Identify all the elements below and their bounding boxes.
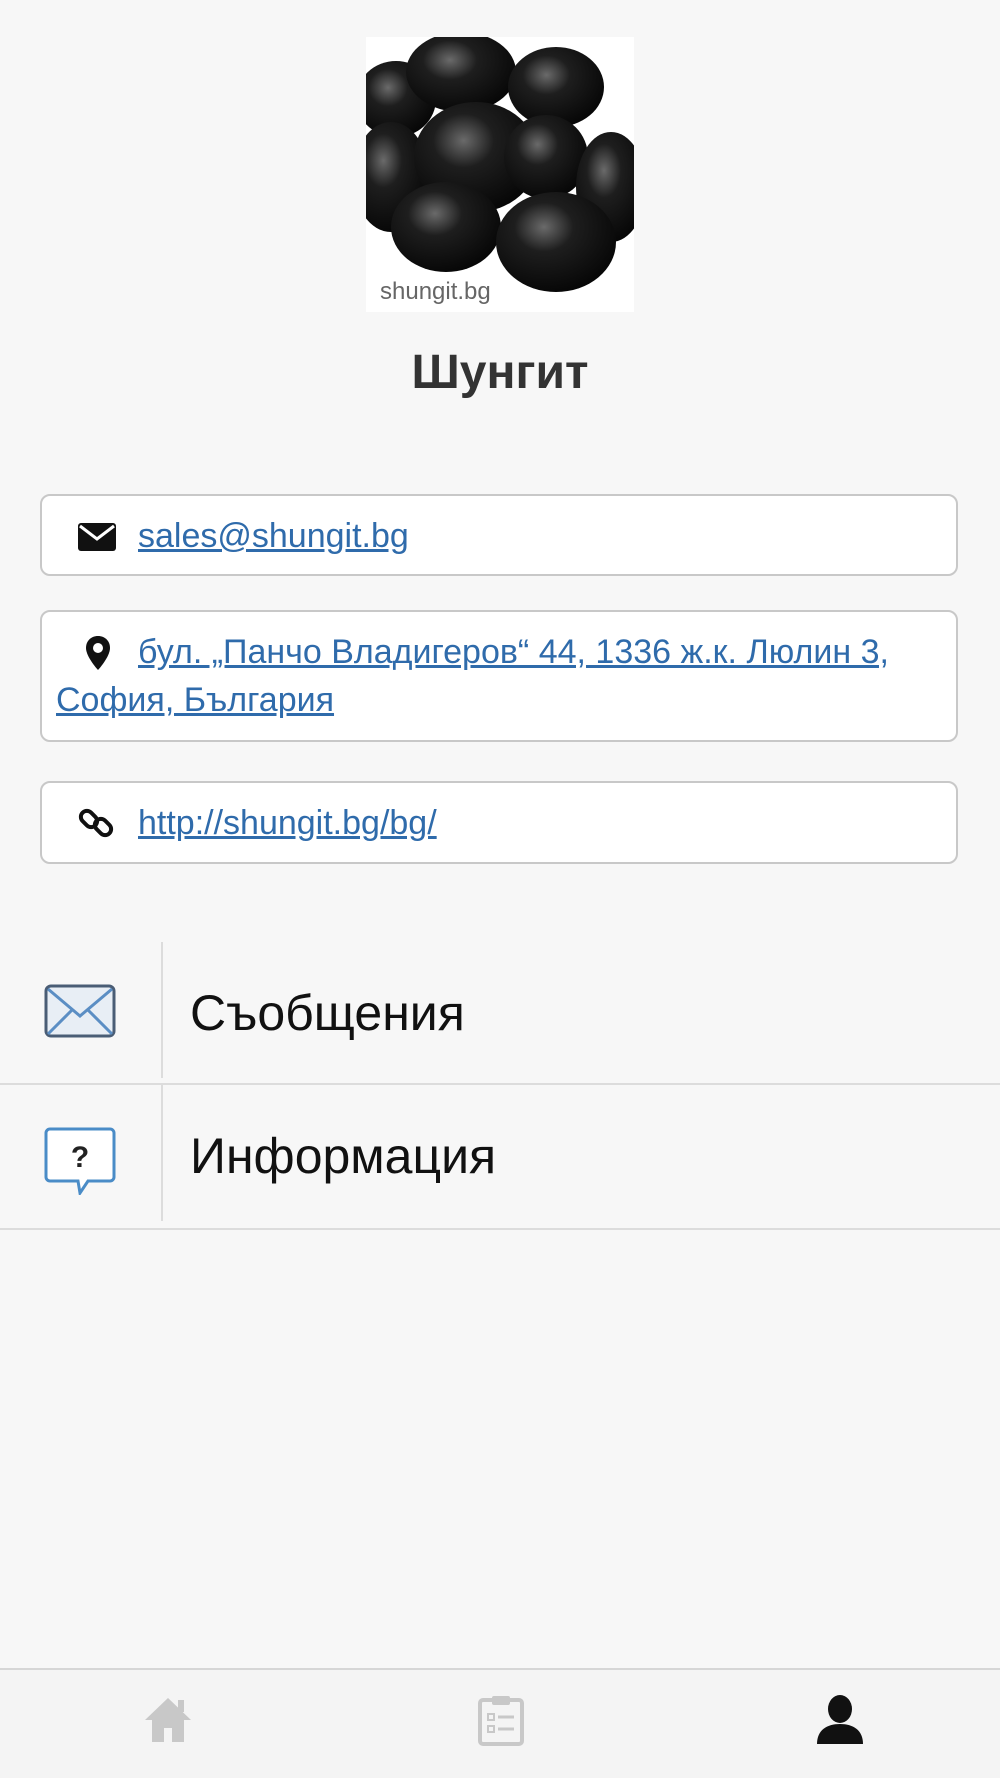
svg-text:?: ? (71, 1141, 89, 1174)
home-icon (143, 1698, 193, 1748)
tab-profile[interactable] (813, 1694, 867, 1751)
email-link[interactable]: sales@shungit.bg (138, 512, 409, 560)
website-link[interactable]: http://shungit.bg/bg/ (138, 799, 437, 847)
company-logo: shungit.bg (366, 37, 634, 312)
address-card[interactable]: бул. „Панчо Владигеров“ 44, 1336 ж.к. Лю… (40, 610, 958, 742)
website-card[interactable]: http://shungit.bg/bg/ (40, 781, 958, 864)
menu-item-label: Съобщения (190, 985, 465, 1041)
bottom-tab-bar (0, 1668, 1000, 1778)
menu-item-messages[interactable]: Съобщения (0, 942, 1000, 1085)
menu-divider (161, 942, 163, 1078)
envelope-icon (78, 523, 116, 556)
tab-home[interactable] (143, 1694, 193, 1749)
link-icon (78, 805, 114, 846)
email-card[interactable]: sales@shungit.bg (40, 494, 958, 576)
logo-caption: shungit.bg (380, 278, 491, 305)
menu-list: Съобщения ? Информация (0, 942, 1000, 1230)
tab-list[interactable] (476, 1694, 526, 1751)
menu-item-label: Информация (190, 1128, 497, 1184)
user-icon (813, 1695, 867, 1750)
company-name: Шунгит (411, 346, 589, 399)
menu-item-information[interactable]: ? Информация (0, 1085, 1000, 1230)
question-bubble-icon: ? (44, 1127, 116, 1200)
address-link[interactable]: бул. „Панчо Владигеров“ 44, 1336 ж.к. Лю… (56, 633, 889, 719)
clipboard-list-icon (476, 1696, 526, 1750)
contact-page: shungit.bg Шунгит sales@shungit.bg бул. … (0, 0, 1000, 1778)
menu-divider (161, 1085, 163, 1221)
envelope-icon (44, 984, 116, 1043)
